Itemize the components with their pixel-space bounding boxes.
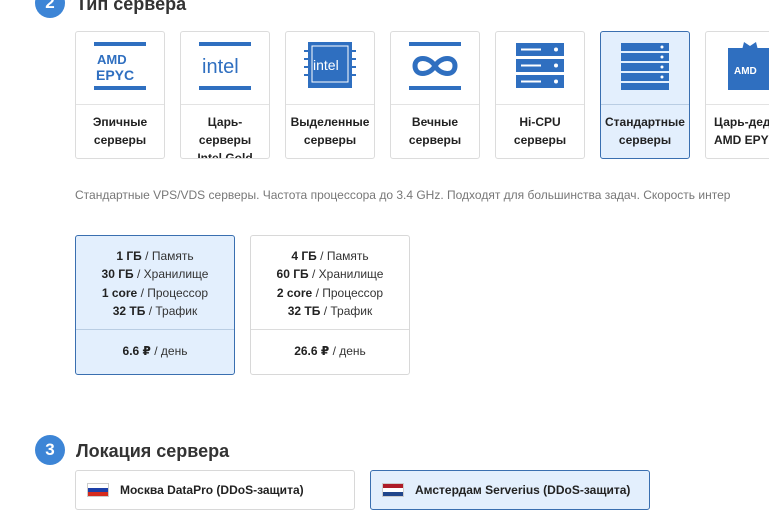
flag-stripe (88, 492, 108, 496)
price-label: / день (329, 344, 366, 358)
icon-text-amd: AMD (97, 52, 127, 67)
storage-label: / Хранилище (133, 267, 209, 282)
storage-value: 60 ГБ (276, 267, 309, 282)
memory-value: 1 ГБ (116, 249, 142, 263)
infinity-icon (409, 42, 461, 90)
cpu-value: 1 core (101, 285, 138, 300)
plan-card[interactable]: 4 ГБ / Память 60 ГБ / Хранилище 2 core /… (250, 235, 410, 375)
plan-divider (251, 329, 409, 330)
traffic-value: 32 ТБ (112, 303, 146, 318)
location-label: Амстердам Serverius (DDoS-защита) (415, 483, 631, 497)
server-type-card-epyc[interactable]: AMD EPYC Эпичные серверы (75, 31, 165, 159)
cpu-value: 2 core (276, 285, 313, 300)
card-divider (286, 104, 374, 105)
traffic-value: 32 ТБ (287, 303, 321, 318)
server-type-card-standard[interactable]: Стандартные серверы (600, 31, 690, 159)
step-number-badge: 2 (35, 0, 65, 18)
price-value: 6.6 ₽ (122, 344, 151, 358)
amd-epyc-logo-icon: AMD EPYC (94, 42, 146, 90)
plan-price: 6.6 ₽ / день (76, 344, 234, 358)
server-rack-icon (621, 43, 669, 90)
cpu-label: / Процессор (312, 285, 384, 300)
server-type-card-amd-epyc-dedicated[interactable]: AMD Царь-деди AMD EPY (705, 31, 769, 159)
icon-text-amd-small: AMD (734, 66, 757, 77)
icon-text-epyc: EPYC (96, 67, 134, 83)
memory-label: / Память (316, 249, 369, 263)
plan-card[interactable]: 1 ГБ / Память 30 ГБ / Хранилище 1 core /… (75, 235, 235, 375)
card-divider (496, 104, 584, 105)
card-divider (706, 104, 769, 105)
icon-text-intel-chip: intel (313, 57, 339, 73)
traffic-label: / Трафик (145, 303, 198, 318)
netherlands-flag-icon (382, 483, 404, 497)
server-type-label: Вечные серверы (408, 115, 462, 147)
price-label: / день (150, 344, 188, 358)
intel-logo-icon: intel (199, 42, 251, 90)
memory-value: 4 ГБ (291, 249, 317, 263)
server-type-label: Эпичные серверы (92, 115, 148, 147)
cpu-label: / Процессор (137, 285, 209, 300)
card-divider (391, 104, 479, 105)
memory-label: / Память (141, 249, 194, 263)
intel-chip-icon: intel (304, 42, 356, 88)
server-type-description: Стандартные VPS/VDS серверы. Частота про… (75, 188, 731, 202)
section-title: Локация сервера (76, 441, 230, 461)
card-divider (601, 104, 689, 105)
step-number-badge: 3 (35, 435, 65, 465)
location-label: Москва DataPro (DDoS-защита) (120, 483, 304, 497)
card-divider (76, 104, 164, 105)
price-value: 26.6 ₽ (294, 344, 330, 358)
server-type-card-eternal[interactable]: Вечные серверы (390, 31, 480, 159)
storage-value: 30 ГБ (101, 267, 134, 282)
traffic-label: / Трафик (320, 303, 373, 318)
server-type-label: Стандартные серверы (605, 115, 685, 147)
icon-text-intel: intel (202, 56, 239, 78)
section-title: Тип сервера (76, 0, 187, 14)
flag-stripe (383, 492, 403, 496)
plan-divider (76, 329, 234, 330)
location-card-amsterdam[interactable]: Амстердам Serverius (DDoS-защита) (370, 470, 650, 510)
server-type-label: Царь-деди AMD EPY (714, 115, 769, 147)
card-divider (181, 104, 269, 105)
plan-specs: 1 ГБ / Память 30 ГБ / Хранилище 1 core /… (76, 247, 234, 320)
server-type-label: Выделенные серверы (290, 115, 370, 147)
plan-price: 26.6 ₽ / день (251, 344, 409, 358)
plan-specs: 4 ГБ / Память 60 ГБ / Хранилище 2 core /… (251, 247, 409, 320)
location-card-moscow[interactable]: Москва DataPro (DDoS-защита) (75, 470, 355, 510)
server-type-label: Царь-серверы Intel Gold (197, 115, 253, 159)
server-type-label: Hi-CPU серверы (513, 115, 567, 147)
server-type-card-intel-gold[interactable]: intel Царь-серверы Intel Gold (180, 31, 270, 159)
storage-label: / Хранилище (308, 267, 384, 282)
russia-flag-icon (87, 483, 109, 497)
server-type-card-hi-cpu[interactable]: Hi-CPU серверы (495, 31, 585, 159)
server-stack-icon (516, 43, 564, 88)
amd-crown-icon: AMD (728, 42, 769, 90)
server-type-card-dedicated[interactable]: intel Выделенные серверы (285, 31, 375, 159)
